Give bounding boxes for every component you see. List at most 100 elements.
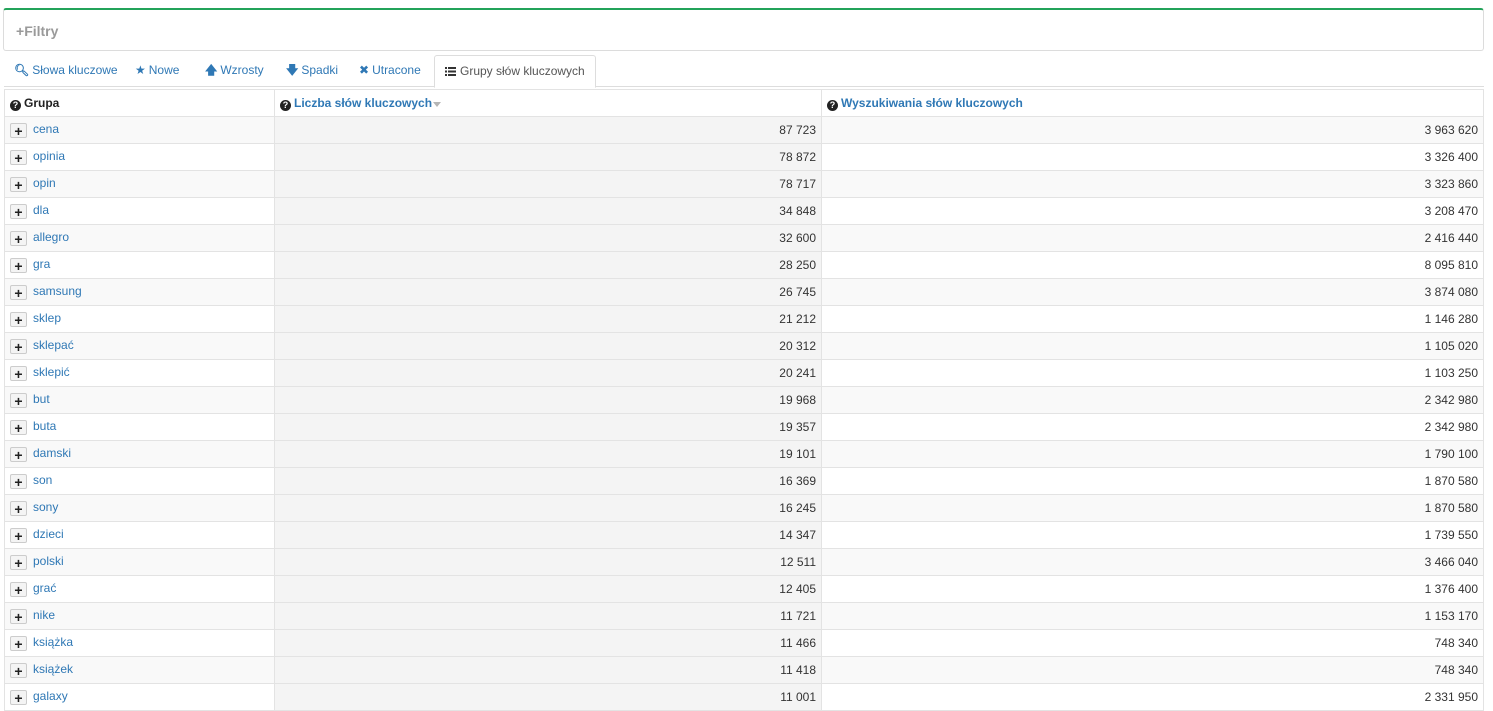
group-link[interactable]: sklepić (33, 365, 70, 379)
cell-keyword-searches: 3 326 400 (821, 143, 1484, 171)
cell-keyword-count: 32 600 (274, 224, 822, 252)
cell-keyword-count: 19 101 (274, 440, 822, 468)
group-link[interactable]: książek (33, 662, 73, 676)
table-row: + grać 12 405 1 376 400 (4, 575, 1484, 603)
cell-keyword-count: 20 312 (274, 332, 822, 360)
column-header-count[interactable]: ? Liczba słów kluczowych (274, 89, 822, 117)
tab-label: Wzrosty (220, 63, 264, 77)
filters-toggle[interactable]: +Filtry (16, 23, 58, 39)
expand-row-button[interactable]: + (10, 446, 27, 462)
cell-keyword-searches: 1 146 280 (821, 305, 1484, 333)
cell-group: + książek (4, 656, 275, 684)
tab-lost[interactable]: ✖ Utracone (359, 55, 421, 87)
cell-keyword-searches: 1 870 580 (821, 467, 1484, 495)
expand-row-button[interactable]: + (10, 257, 27, 273)
expand-row-button[interactable]: + (10, 554, 27, 570)
group-link[interactable]: son (33, 473, 52, 487)
tab-label: Nowe (148, 63, 180, 77)
keyword-groups-table: ? Grupa ? Liczba słów kluczowych ? Wyszukiw… (4, 89, 1484, 711)
expand-row-button[interactable]: + (10, 365, 27, 381)
group-link[interactable]: sklepać (33, 338, 74, 352)
cell-group: + nike (4, 602, 275, 630)
expand-row-button[interactable]: + (10, 176, 27, 192)
expand-row-button[interactable]: + (10, 203, 27, 219)
group-link[interactable]: cena (33, 122, 59, 136)
table-row: + sony 16 245 1 870 580 (4, 494, 1484, 522)
cell-group: + buta (4, 413, 275, 441)
cell-group: + opinia (4, 143, 275, 171)
cell-group: + son (4, 467, 275, 495)
expand-row-button[interactable]: + (10, 230, 27, 246)
group-link[interactable]: książka (33, 635, 73, 649)
tab-new[interactable]: ★ Nowe (135, 55, 179, 87)
expand-row-button[interactable]: + (10, 527, 27, 543)
expand-row-button[interactable]: + (10, 338, 27, 354)
expand-row-button[interactable]: + (10, 608, 27, 624)
cell-group: + sony (4, 494, 275, 522)
group-link[interactable]: galaxy (33, 689, 68, 703)
cell-keyword-searches: 1 376 400 (821, 575, 1484, 603)
expand-row-button[interactable]: + (10, 419, 27, 435)
help-icon: ? (280, 99, 291, 111)
cell-keyword-searches: 3 874 080 (821, 278, 1484, 306)
group-link[interactable]: samsung (33, 284, 82, 298)
group-link[interactable]: gra (33, 257, 50, 271)
cell-keyword-count: 12 405 (274, 575, 822, 603)
cell-keyword-count: 26 745 (274, 278, 822, 306)
group-link[interactable]: allegro (33, 230, 69, 244)
expand-row-button[interactable]: + (10, 284, 27, 300)
table-row: + samsung 26 745 3 874 080 (4, 278, 1484, 306)
arrow-up-icon: 🡅 (205, 63, 218, 77)
cell-keyword-count: 78 717 (274, 170, 822, 198)
group-link[interactable]: nike (33, 608, 55, 622)
expand-row-button[interactable]: + (10, 311, 27, 327)
list-icon (445, 67, 456, 76)
table-row: + sklepić 20 241 1 103 250 (4, 359, 1484, 387)
group-link[interactable]: dla (33, 203, 49, 217)
expand-row-button[interactable]: + (10, 689, 27, 705)
expand-row-button[interactable]: + (10, 392, 27, 408)
group-link[interactable]: damski (33, 446, 71, 460)
table-body: + cena 87 723 3 963 620 + opinia 78 872 3 326 4… (4, 116, 1484, 711)
expand-row-button[interactable]: + (10, 122, 27, 138)
expand-row-button[interactable]: + (10, 635, 27, 651)
cell-group: + dzieci (4, 521, 275, 549)
arrow-down-icon: 🡇 (286, 63, 299, 77)
group-link[interactable]: buta (33, 419, 56, 433)
tab-drops[interactable]: 🡇 Spadki (286, 55, 338, 87)
group-link[interactable]: but (33, 392, 50, 406)
expand-row-button[interactable]: + (10, 500, 27, 516)
cell-keyword-searches: 3 208 470 (821, 197, 1484, 225)
column-header-searches[interactable]: ? Wyszukiwania słów kluczowych (821, 89, 1484, 117)
tab-label: Spadki (301, 63, 339, 77)
sort-link-searches[interactable]: Wyszukiwania słów kluczowych (841, 96, 1023, 110)
cell-keyword-count: 11 466 (274, 629, 822, 657)
cell-keyword-count: 11 721 (274, 602, 822, 630)
tab-rises[interactable]: 🡅 Wzrosty (205, 55, 264, 87)
cell-keyword-count: 19 968 (274, 386, 822, 414)
expand-row-button[interactable]: + (10, 581, 27, 597)
tab-keyword-groups[interactable]: Grupy słów kluczowych (434, 55, 596, 88)
group-link[interactable]: dzieci (33, 527, 64, 541)
group-link[interactable]: polski (33, 554, 64, 568)
table-row: + opin 78 717 3 323 860 (4, 170, 1484, 198)
sort-link-count[interactable]: Liczba słów kluczowych (294, 96, 432, 110)
cell-group: + gra (4, 251, 275, 279)
cell-keyword-count: 28 250 (274, 251, 822, 279)
group-link[interactable]: sony (33, 500, 58, 514)
cell-keyword-searches: 748 340 (821, 656, 1484, 684)
star-icon: ★ (135, 63, 146, 77)
expand-row-button[interactable]: + (10, 662, 27, 678)
cell-group: + cena (4, 116, 275, 144)
sort-desc-icon (433, 101, 442, 107)
group-link[interactable]: opinia (33, 149, 65, 163)
cell-keyword-searches: 2 416 440 (821, 224, 1484, 252)
group-link[interactable]: opin (33, 176, 56, 190)
expand-row-button[interactable]: + (10, 473, 27, 489)
group-link[interactable]: sklep (33, 311, 61, 325)
table-header-row: ? Grupa ? Liczba słów kluczowych ? Wyszukiw… (4, 89, 1484, 117)
tab-keywords[interactable]: 🔍︎ Słowa kluczowe (14, 55, 118, 87)
cell-keyword-count: 12 511 (274, 548, 822, 576)
group-link[interactable]: grać (33, 581, 56, 595)
expand-row-button[interactable]: + (10, 149, 27, 165)
